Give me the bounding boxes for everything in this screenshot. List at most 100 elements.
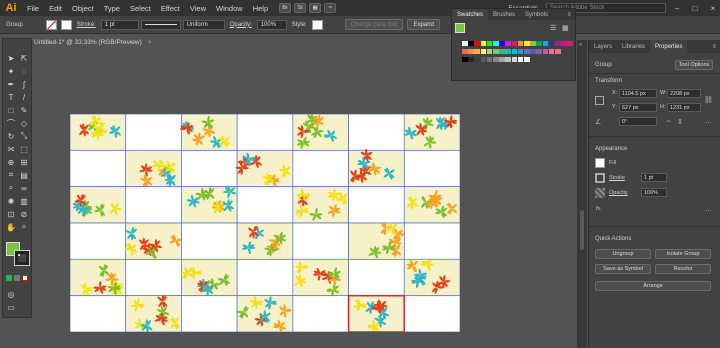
gradient-mode-icon[interactable] — [14, 275, 20, 281]
minimize-button[interactable]: – — [670, 4, 684, 13]
line-tool-icon[interactable]: / — [18, 92, 30, 102]
perspective-grid-tool-icon[interactable]: ⊞ — [18, 157, 30, 167]
swatch[interactable] — [499, 41, 505, 46]
change-case-button[interactable]: Change case fold — [344, 19, 404, 30]
grid-view-icon[interactable]: ▦ — [562, 24, 569, 32]
grid-cell[interactable] — [125, 114, 182, 151]
lasso-tool-icon[interactable]: ◌ — [18, 66, 30, 76]
swatch[interactable] — [517, 49, 524, 54]
properties-menu-icon[interactable]: ≡ — [712, 44, 720, 50]
swatch[interactable] — [486, 41, 493, 46]
bridge-icon[interactable]: Br — [279, 3, 292, 13]
shape-builder-tool-icon[interactable]: ⊕ — [5, 157, 17, 167]
flip-horizontal-icon[interactable]: ⇔ — [665, 118, 672, 125]
graph-tool-icon[interactable]: ▥ — [18, 196, 30, 206]
dock-collapse-icon[interactable]: « — [579, 42, 582, 48]
swatch[interactable] — [462, 57, 468, 62]
reference-point-icon[interactable] — [595, 96, 604, 105]
y-field[interactable]: 627 px — [619, 103, 657, 112]
fill-swatch-icon[interactable] — [595, 158, 605, 168]
gradient-tool-icon[interactable]: ▤ — [18, 170, 30, 180]
swatch[interactable] — [530, 49, 536, 54]
opacity-label[interactable]: Opacity — [609, 190, 628, 196]
swatch[interactable] — [542, 41, 549, 46]
grid-cell[interactable] — [181, 295, 238, 332]
maximize-button[interactable]: □ — [688, 4, 702, 13]
swatch[interactable] — [536, 49, 542, 54]
menu-window[interactable]: Window — [211, 4, 248, 13]
swatch[interactable] — [536, 41, 542, 46]
stroke-label[interactable]: Stroke — [609, 175, 625, 181]
menu-view[interactable]: View — [185, 4, 211, 13]
pattern-grid[interactable] — [70, 114, 460, 332]
w-field[interactable]: 2208 px — [667, 89, 701, 98]
direct-selection-tool-icon[interactable]: ⇱ — [18, 53, 30, 63]
swatch[interactable] — [493, 57, 499, 62]
fx-label[interactable]: fx. — [596, 206, 602, 212]
flip-vertical-icon[interactable]: ⇕ — [677, 118, 683, 126]
swatch[interactable] — [548, 41, 555, 46]
grid-cell[interactable] — [292, 295, 349, 332]
dock-scrollbar[interactable] — [580, 210, 584, 250]
swatch[interactable] — [486, 49, 493, 54]
swatch[interactable] — [505, 57, 511, 62]
swatch[interactable] — [524, 41, 530, 46]
swatch[interactable] — [505, 49, 511, 54]
selection-tool-icon[interactable]: ➤ — [5, 53, 17, 63]
close-window-button[interactable]: × — [706, 4, 720, 13]
swatch[interactable] — [486, 57, 493, 62]
swatch[interactable] — [517, 57, 524, 62]
grid-cell[interactable] — [348, 114, 405, 151]
swatch[interactable] — [480, 57, 487, 62]
swatch[interactable] — [505, 41, 511, 46]
swatch[interactable] — [524, 49, 530, 54]
arrange-documents-icon[interactable]: ▦ — [309, 3, 322, 13]
swatch[interactable] — [480, 41, 487, 46]
swatch[interactable] — [499, 57, 505, 62]
appearance-more-icon[interactable]: … — [705, 206, 712, 213]
swatch[interactable] — [462, 49, 468, 54]
artboard[interactable] — [70, 114, 460, 332]
swatch[interactable] — [567, 41, 573, 46]
swatch[interactable] — [474, 49, 480, 54]
opacity-label[interactable]: Opacity: — [230, 22, 252, 28]
tab-properties[interactable]: Properties — [650, 40, 688, 53]
grid-cell[interactable] — [70, 222, 127, 260]
fill-swatch[interactable] — [45, 19, 57, 30]
eyedropper-tool-icon[interactable]: ⌕ — [5, 183, 17, 193]
grid-cell[interactable] — [348, 258, 405, 297]
opacity-field[interactable]: 100% — [256, 19, 287, 30]
eraser-tool-icon[interactable]: ◇ — [18, 118, 30, 128]
tab-layers[interactable]: Layers — [589, 40, 617, 53]
stroke-color-icon[interactable] — [14, 250, 30, 266]
expand-button[interactable]: Expand — [407, 19, 440, 30]
tab-swatches[interactable]: Swatches — [452, 9, 489, 20]
more-options-icon[interactable]: … — [705, 118, 712, 125]
swatch[interactable] — [468, 57, 474, 62]
stroke-swatch-icon[interactable] — [595, 173, 605, 183]
menu-effect[interactable]: Effect — [156, 4, 185, 13]
menu-help[interactable]: Help — [248, 4, 273, 13]
menu-object[interactable]: Object — [67, 4, 99, 13]
blend-tool-icon[interactable]: ∞ — [18, 183, 30, 193]
gpu-icon[interactable]: ≈ — [324, 3, 337, 13]
swatch[interactable] — [548, 49, 555, 54]
swatch[interactable] — [468, 49, 474, 54]
tool-options-button[interactable]: Tool Options — [675, 60, 713, 70]
tab-brushes[interactable]: Brushes — [488, 9, 520, 20]
recolor-button[interactable]: Recolor — [655, 264, 711, 274]
draw-mode-icon[interactable]: ◎ — [5, 289, 17, 299]
stroke-label[interactable]: Stroke: — [77, 22, 96, 28]
grid-cell[interactable] — [125, 186, 182, 224]
grid-cell[interactable] — [125, 258, 182, 297]
swatch[interactable] — [561, 41, 567, 46]
none-mode-icon[interactable] — [22, 275, 28, 281]
curvature-tool-icon[interactable]: ∫ — [18, 79, 30, 89]
stock-icon[interactable]: St — [294, 3, 307, 13]
panel-menu-icon[interactable]: ≡ — [567, 12, 575, 18]
grid-cell[interactable] — [403, 222, 460, 260]
swatch[interactable] — [542, 49, 549, 54]
save-as-symbol-button[interactable]: Save as Symbol — [595, 264, 651, 274]
mesh-tool-icon[interactable]: ⌗ — [5, 170, 17, 180]
swatch[interactable] — [468, 41, 474, 46]
